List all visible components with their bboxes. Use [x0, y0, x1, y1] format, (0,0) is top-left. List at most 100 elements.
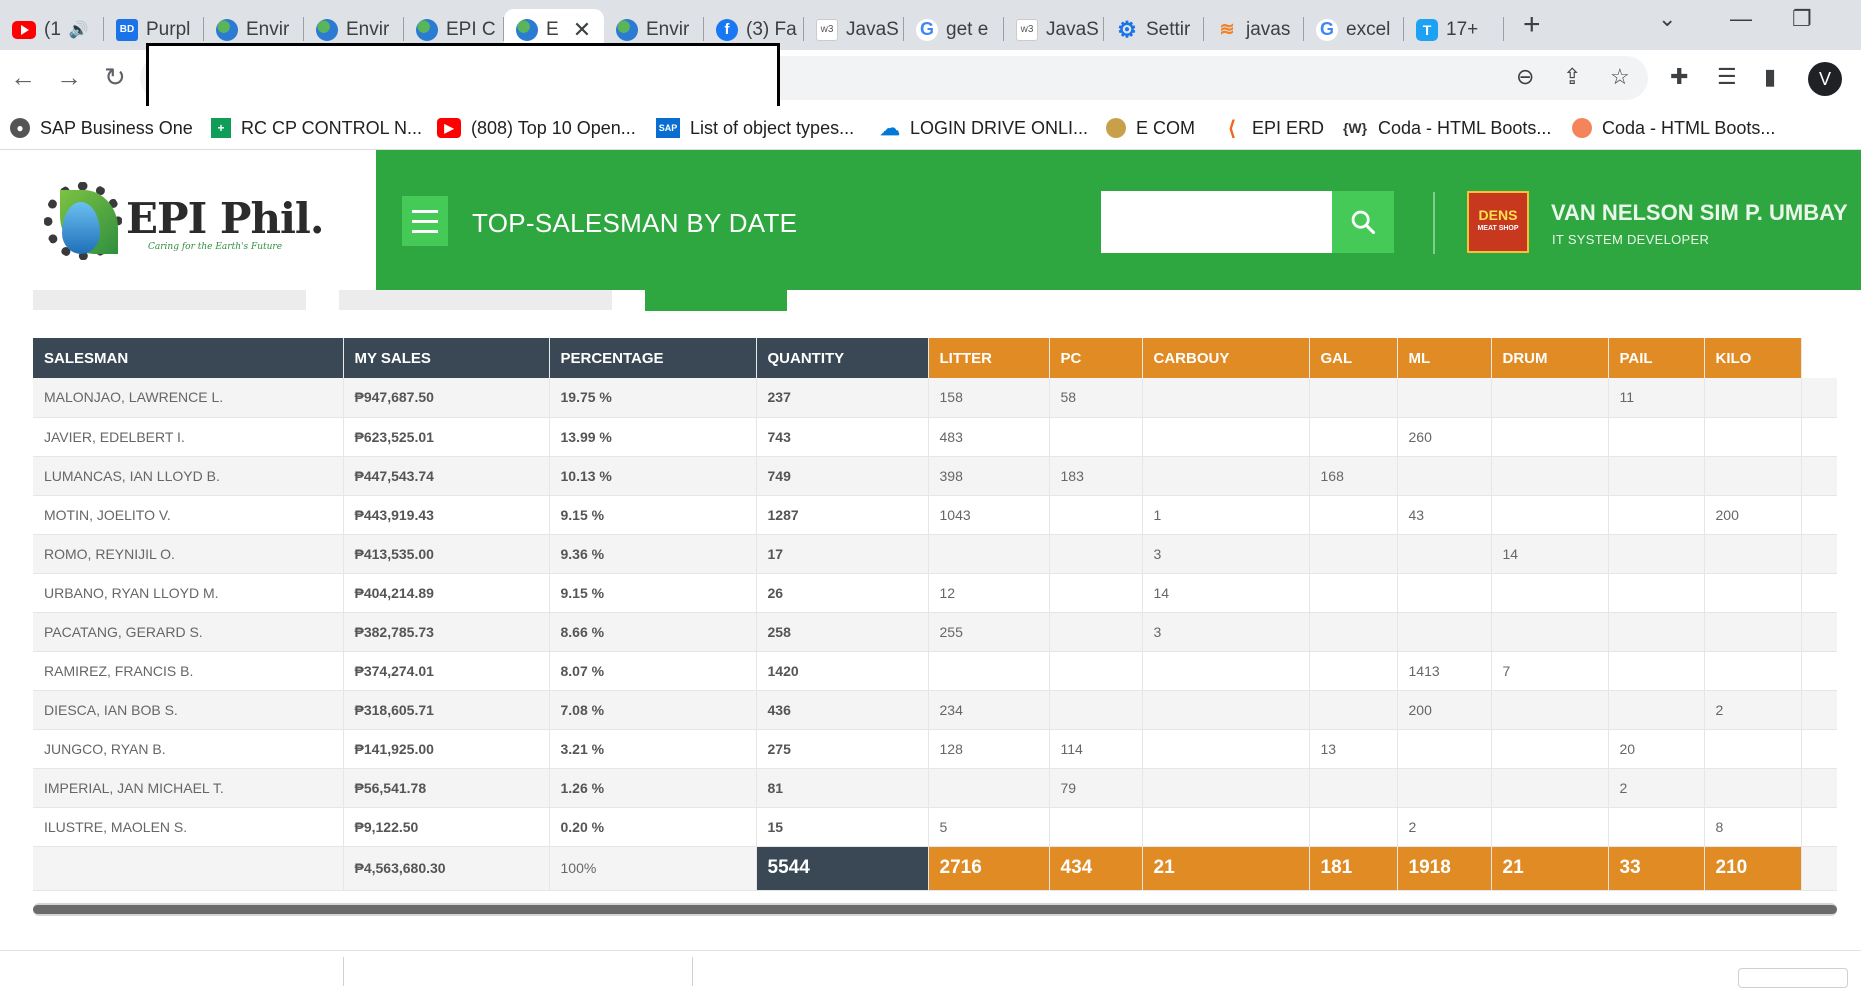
salesman-name-cell: ROMO, REYNIJIL O.: [33, 534, 344, 574]
table-cell: [928, 768, 1050, 808]
table-cell: 275: [756, 729, 929, 769]
share-icon[interactable]: ⇪: [1563, 64, 1581, 90]
column-header[interactable]: SALESMAN: [33, 338, 344, 378]
table-cell: 3: [1142, 612, 1310, 652]
bookmark-item[interactable]: ☁ LOGIN DRIVE ONLI...: [880, 114, 1088, 142]
hamburger-menu-button[interactable]: [402, 196, 448, 246]
browser-tab[interactable]: G get e: [904, 9, 1004, 50]
table-cell: 237: [756, 378, 929, 418]
table-cell: 234: [928, 690, 1050, 730]
browser-tab[interactable]: ≋ javas: [1204, 9, 1304, 50]
table-cell: 13: [1309, 729, 1398, 769]
browser-tab[interactable]: ⚙ Settir: [1104, 9, 1204, 50]
browser-tab[interactable]: w3 JavaS: [804, 9, 904, 50]
table-cell: [1309, 534, 1398, 574]
table-row[interactable]: RAMIREZ, FRANCIS B. ₱374,274.01 8.07 % 1420…: [33, 651, 1837, 691]
salesman-name-cell: RAMIREZ, FRANCIS B.: [33, 651, 344, 691]
youtube-icon: ▶: [437, 118, 461, 138]
table-cell: [1309, 651, 1398, 691]
speaker-icon[interactable]: 🔊: [69, 20, 89, 40]
coin-icon: [1106, 118, 1126, 138]
user-avatar[interactable]: DENS MEAT SHOP: [1467, 191, 1529, 253]
table-cell: 10.13 %: [549, 456, 757, 496]
globe-icon: [416, 18, 438, 41]
media-queue-icon[interactable]: ☰: [1717, 64, 1737, 90]
back-arrow-icon[interactable]: ←: [10, 62, 36, 93]
forward-arrow-icon[interactable]: →: [56, 62, 82, 93]
profile-avatar[interactable]: V: [1808, 62, 1842, 96]
table-row[interactable]: LUMANCAS, IAN LLOYD B. ₱447,543.74 10.13 %…: [33, 456, 1837, 496]
table-cell: ₱9,122.50: [343, 807, 550, 847]
bookmark-item[interactable]: Coda - HTML Boots...: [1572, 114, 1775, 142]
table-cell: [1142, 729, 1310, 769]
salesman-name-cell: MALONJAO, LAWRENCE L.: [33, 378, 344, 418]
bookmark-star-icon[interactable]: ☆: [1610, 64, 1630, 90]
bookmark-item[interactable]: ⟨ EPI ERD: [1222, 114, 1324, 142]
table-row[interactable]: ROMO, REYNIJIL O. ₱413,535.00 9.36 % 17 3 14: [33, 534, 1837, 574]
zoom-out-icon[interactable]: ⊖: [1516, 64, 1534, 90]
table-cell: [1049, 573, 1143, 613]
footer-button[interactable]: [1738, 968, 1848, 988]
salesman-name-cell: URBANO, RYAN LLOYD M.: [33, 573, 344, 613]
company-logo[interactable]: EPI Phil. Caring for the Earth's Future: [0, 150, 376, 290]
column-header[interactable]: KILO: [1704, 338, 1802, 378]
reload-icon[interactable]: ↻: [104, 62, 126, 93]
bookmark-item[interactable]: ● SAP Business One: [10, 114, 193, 142]
table-row[interactable]: PACATANG, GERARD S. ₱382,785.73 8.66 % 258 2…: [33, 612, 1837, 652]
table-row[interactable]: ILUSTRE, MAOLEN S. ₱9,122.50 0.20 % 15 5 2 8: [33, 807, 1837, 847]
active-filter-tab[interactable]: [645, 290, 787, 311]
table-row[interactable]: MALONJAO, LAWRENCE L. ₱947,687.50 19.75 % 2…: [33, 378, 1837, 418]
column-header[interactable]: CARBOUY: [1142, 338, 1310, 378]
table-row[interactable]: URBANO, RYAN LLOYD M. ₱404,214.89 9.15 % 26…: [33, 573, 1837, 613]
tab-search-chevron-icon[interactable]: ⌄: [1658, 6, 1676, 32]
column-header[interactable]: ML: [1397, 338, 1492, 378]
table-row[interactable]: MOTIN, JOELITO V. ₱443,919.43 9.15 % 1287 10…: [33, 495, 1837, 535]
bookmark-item[interactable]: SAP List of object types...: [656, 114, 854, 142]
search-button[interactable]: [1332, 191, 1394, 253]
bookmark-item[interactable]: ▶ (808) Top 10 Open...: [437, 114, 636, 142]
table-cell: 743: [756, 417, 929, 457]
column-header[interactable]: PERCENTAGE: [549, 338, 757, 378]
table-row[interactable]: DIESCA, IAN BOB S. ₱318,605.71 7.08 % 436 23…: [33, 690, 1837, 730]
table-row[interactable]: JUNGCO, RYAN B. ₱141,925.00 3.21 % 275 128 11…: [33, 729, 1837, 769]
bookmark-item[interactable]: + RC CP CONTROL N...: [211, 114, 422, 142]
column-header[interactable]: PC: [1049, 338, 1143, 378]
table-cell: 200: [1704, 495, 1802, 535]
restore-icon[interactable]: ❐: [1792, 6, 1812, 32]
column-header[interactable]: GAL: [1309, 338, 1398, 378]
column-header[interactable]: MY SALES: [343, 338, 550, 378]
table-cell: [1309, 768, 1398, 808]
browser-tab[interactable]: w3 JavaS: [1004, 9, 1104, 50]
table-cell: [1704, 534, 1802, 574]
minimize-icon[interactable]: —: [1730, 6, 1752, 32]
bookmark-item[interactable]: E COM: [1106, 114, 1195, 142]
w3schools-icon: w3: [1016, 18, 1038, 41]
column-header[interactable]: QUANTITY: [756, 338, 929, 378]
column-header[interactable]: LITTER: [928, 338, 1050, 378]
filter-tab[interactable]: [33, 290, 306, 310]
salesman-name-cell: ILUSTRE, MAOLEN S.: [33, 807, 344, 847]
table-cell: 8.07 %: [549, 651, 757, 691]
browser-tab[interactable]: (1 🔊: [0, 9, 104, 50]
header-divider: [1433, 192, 1435, 254]
new-tab-plus-icon[interactable]: +: [1523, 8, 1541, 42]
table-row[interactable]: IMPERIAL, JAN MICHAEL T. ₱56,541.78 1.26 %…: [33, 768, 1837, 808]
browser-tab[interactable]: G excel: [1304, 9, 1404, 50]
bookmark-item[interactable]: {W} Coda - HTML Boots...: [1342, 114, 1551, 142]
horizontal-scrollbar-thumb[interactable]: [33, 905, 1837, 914]
extensions-puzzle-icon[interactable]: ✚: [1670, 64, 1688, 90]
column-header[interactable]: DRUM: [1491, 338, 1609, 378]
side-panel-icon[interactable]: ▮: [1764, 64, 1776, 90]
browser-tab[interactable]: T 17+: [1404, 9, 1504, 50]
globe-icon: [316, 18, 338, 41]
table-cell: [1491, 807, 1609, 847]
filter-tab[interactable]: [339, 290, 612, 310]
globe-icon: [216, 18, 238, 41]
table-row[interactable]: JAVIER, EDELBERT I. ₱623,525.01 13.99 % 743…: [33, 417, 1837, 457]
globe-icon: [616, 18, 638, 41]
search-input[interactable]: [1101, 191, 1332, 253]
table-cell: 1413: [1397, 651, 1492, 691]
salesman-name-cell: IMPERIAL, JAN MICHAEL T.: [33, 768, 344, 808]
close-tab-icon[interactable]: ✕: [573, 17, 591, 43]
column-header[interactable]: PAIL: [1608, 338, 1705, 378]
